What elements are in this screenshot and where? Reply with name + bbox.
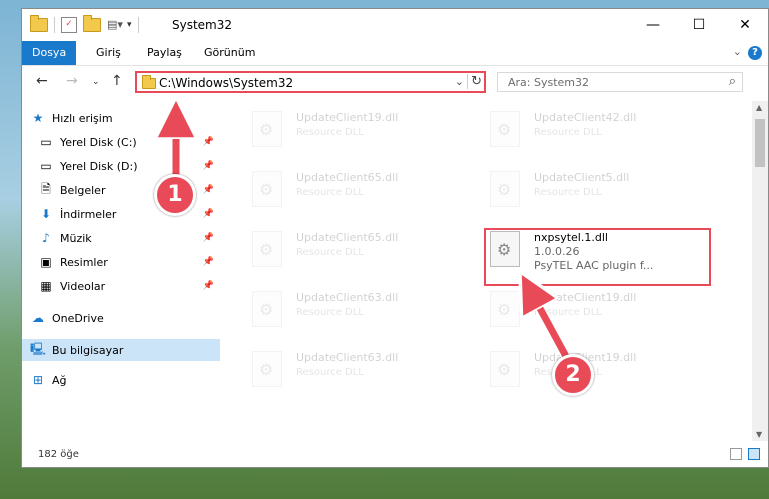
callout-badge-2: 2 <box>552 354 594 396</box>
arrow-shaft <box>530 290 572 362</box>
callout-badge-1: 1 <box>154 174 196 216</box>
callout-arrows <box>0 0 573 363</box>
